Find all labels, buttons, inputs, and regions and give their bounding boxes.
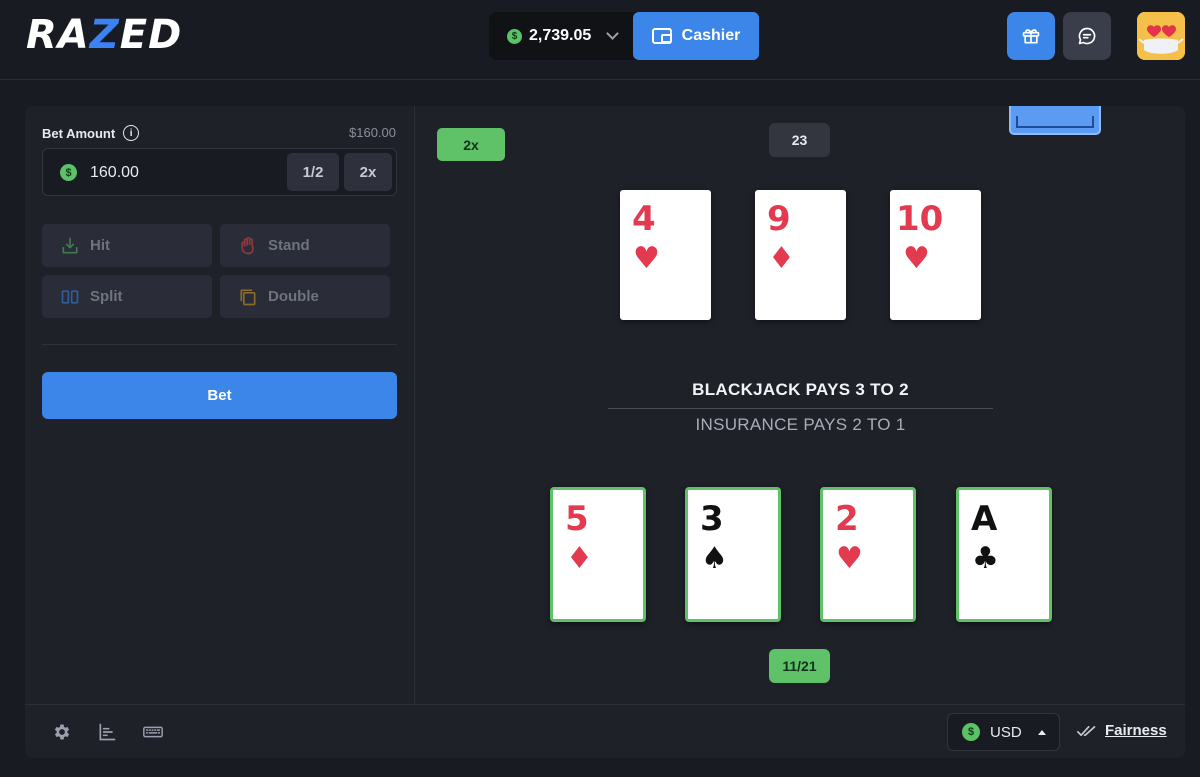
card-rank: 2	[835, 499, 859, 539]
insurance-payout-text: INSURANCE PAYS 2 TO 1	[695, 415, 906, 434]
player-card-4: A ♣	[956, 487, 1052, 622]
card-rank: 10	[896, 199, 944, 239]
bet-amount-label-text: Bet Amount	[42, 125, 116, 141]
top-header: RA Z ED $ 2,739.05 Cashier	[0, 0, 1200, 80]
heart-suit-icon: ♥	[836, 541, 863, 576]
fairness-link[interactable]: Fairness	[1077, 722, 1167, 739]
dealer-card-1: 4 ♥	[620, 190, 711, 320]
dealer-card-2: 9 ♦	[755, 190, 846, 320]
gear-icon	[54, 724, 70, 740]
split-button[interactable]: Split	[42, 275, 212, 318]
payout-divider	[608, 408, 993, 409]
logo-text-2: ED	[119, 12, 183, 58]
cashier-label: Cashier	[681, 27, 741, 44]
stand-label: Stand	[268, 237, 310, 254]
cashier-button[interactable]: Cashier	[633, 12, 759, 60]
chat-button[interactable]	[1063, 12, 1111, 60]
bet-amount-field: $ 1/2 2x	[42, 148, 397, 196]
hit-icon	[60, 236, 80, 256]
bet-button[interactable]: Bet	[42, 372, 397, 419]
double-down-icon	[238, 287, 258, 307]
logo-text-1: RA	[26, 12, 90, 58]
balance-amount: 2,739.05	[529, 27, 592, 44]
bet-usd-value: $160.00	[349, 125, 396, 140]
double-button[interactable]: Double	[220, 275, 390, 318]
player-card-2: 3 ♠	[685, 487, 781, 622]
double-bet-button[interactable]: 2x	[344, 153, 392, 191]
split-label: Split	[90, 288, 123, 305]
chevron-down-icon	[606, 27, 620, 40]
club-suit-icon: ♣	[972, 541, 999, 576]
stand-button[interactable]: Stand	[220, 224, 390, 267]
fairness-label: Fairness	[1105, 722, 1167, 739]
gift-icon	[1022, 29, 1040, 44]
diamond-suit-icon: ♦	[768, 241, 795, 276]
caret-up-icon	[1037, 729, 1046, 735]
card-rank: 9	[767, 199, 791, 239]
currency-selector[interactable]: $ USD	[947, 713, 1060, 751]
dollar-coin-icon: $	[60, 164, 77, 181]
dollar-coin-icon: $	[962, 723, 980, 741]
bet-controls-panel: Bet Amount i $160.00 $ 1/2 2x Hit Stand	[25, 106, 415, 704]
info-icon[interactable]: i	[123, 125, 140, 141]
settings-button[interactable]	[50, 720, 74, 744]
razed-logo[interactable]: RA Z ED	[26, 12, 183, 58]
emoji-avatar-icon	[1137, 12, 1185, 60]
dollar-coin-icon: $	[507, 28, 522, 44]
bet-amount-input[interactable]	[90, 163, 270, 183]
stats-button[interactable]	[95, 720, 119, 744]
hit-button[interactable]: Hit	[42, 224, 212, 267]
half-bet-button[interactable]: 1/2	[287, 153, 339, 191]
wallet-icon	[651, 28, 672, 44]
bet-amount-label: Bet Amount i	[42, 125, 140, 141]
player-score: 11/21	[769, 649, 830, 683]
chat-icon	[1078, 27, 1096, 45]
panel-divider	[42, 344, 397, 345]
double-label: Double	[268, 288, 319, 305]
gift-button[interactable]	[1007, 12, 1055, 60]
logo-text-z: Z	[89, 12, 120, 58]
hand-stop-icon	[238, 236, 258, 256]
keyboard-icon	[143, 726, 163, 738]
heart-suit-icon: ♥	[903, 241, 930, 276]
blackjack-table: 2x 23 4 ♥ 9 ♦ 10 ♥ BLACKJACK PAYS 3 TO 2…	[416, 106, 1185, 704]
heart-suit-icon: ♥	[633, 241, 660, 276]
player-card-1: 5 ♦	[550, 487, 646, 622]
currency-label: USD	[990, 723, 1022, 741]
spade-suit-icon: ♠	[701, 541, 728, 576]
game-panel: Bet Amount i $160.00 $ 1/2 2x Hit Stand	[25, 106, 1185, 758]
double-check-icon	[1077, 725, 1096, 736]
card-rank: 3	[700, 499, 724, 539]
diamond-suit-icon: ♦	[566, 541, 593, 576]
game-footer: $ USD Fairness	[25, 704, 1185, 758]
card-rank: 4	[632, 199, 656, 239]
split-icon	[60, 287, 80, 307]
dealer-card-3: 10 ♥	[890, 190, 981, 320]
wallet-bar: $ 2,739.05 Cashier	[489, 12, 759, 60]
keyboard-shortcuts-button[interactable]	[141, 720, 165, 744]
card-rank: 5	[565, 499, 589, 539]
dealer-score: 23	[769, 123, 830, 157]
balance-dropdown[interactable]: $ 2,739.05	[489, 12, 633, 60]
player-card-3: 2 ♥	[820, 487, 916, 622]
multiplier-badge: 2x	[437, 128, 505, 161]
card-rank: A	[971, 499, 998, 539]
user-avatar[interactable]	[1137, 12, 1185, 60]
bar-chart-icon	[99, 723, 116, 741]
hit-label: Hit	[90, 237, 110, 254]
card-deck	[1009, 106, 1101, 135]
blackjack-payout-text: BLACKJACK PAYS 3 TO 2	[692, 380, 909, 399]
